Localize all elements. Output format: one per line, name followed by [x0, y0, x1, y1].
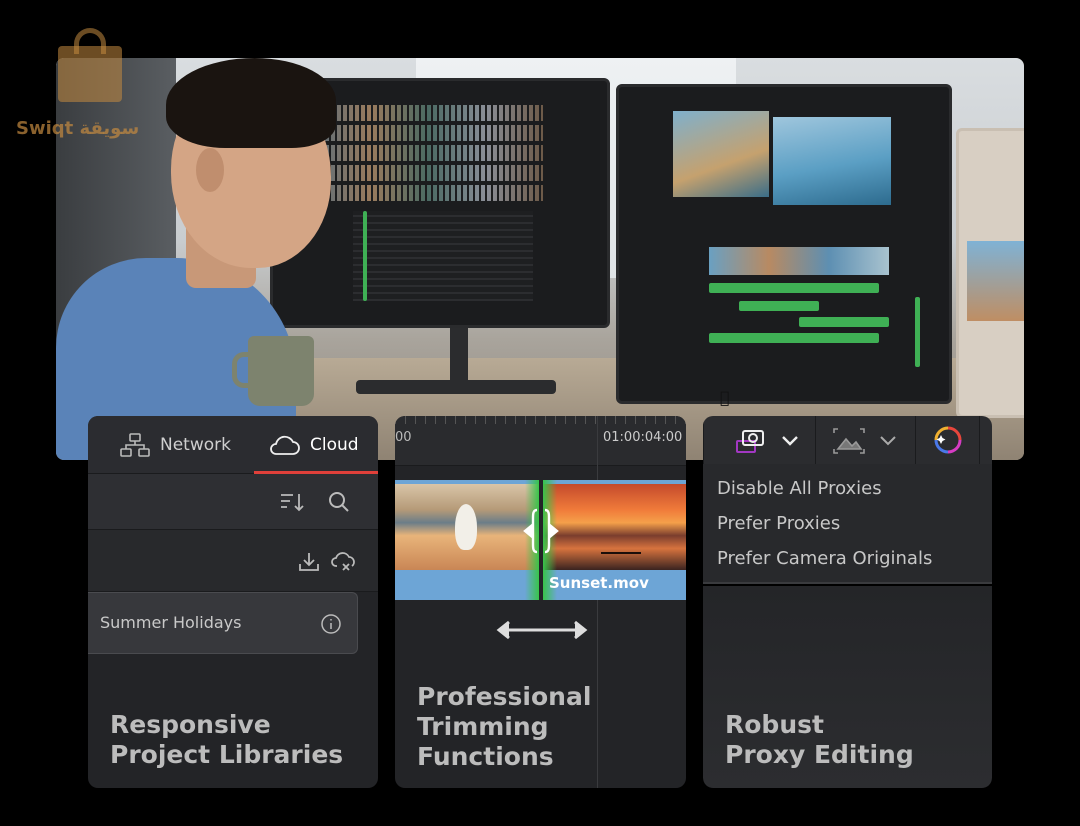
proxy-menu: Disable All Proxies Prefer Proxies Prefe… [703, 464, 992, 584]
panel-title: Responsive Project Libraries [110, 710, 343, 770]
apple-logo-icon:  [720, 388, 730, 407]
panel-title-line-2: Trimming [417, 712, 549, 741]
clip-seagull-thumbnail [395, 484, 539, 570]
far-monitor [956, 128, 1024, 418]
left-monitor-stand [450, 328, 468, 388]
clip-name: Sunset.mov [549, 574, 649, 592]
panel-title-line-1: Professional [417, 682, 592, 711]
proxy-toolbar [703, 416, 992, 464]
image-scaling-dropdown[interactable] [877, 430, 899, 452]
grid-image-icon [833, 428, 865, 454]
video-track [709, 247, 889, 275]
project-libraries-panel: Network Cloud Summer Holidays Responsive… [88, 416, 378, 788]
download-button[interactable] [296, 550, 322, 574]
download-icon [299, 553, 319, 571]
trim-handle-icon [523, 508, 559, 554]
chevron-down-icon [880, 436, 896, 446]
panel-title: Robust Proxy Editing [725, 710, 914, 770]
watermark-text: Swiqt سويقة [16, 118, 140, 139]
tab-cloud[interactable]: Cloud [254, 416, 378, 474]
panel-title-line-1: Robust [725, 710, 824, 739]
seagull-image [455, 504, 477, 550]
source-viewer [673, 111, 769, 197]
left-monitor-base [356, 380, 556, 394]
network-icon [120, 433, 150, 457]
shopping-bag-icon [58, 46, 122, 102]
clip-sunset[interactable]: Sunset.mov [543, 480, 686, 600]
watermark-logo: Swiqt سويقة [16, 28, 176, 148]
info-icon[interactable] [320, 613, 342, 635]
proxy-camera-icon [736, 430, 764, 453]
panel-title-line-3: Functions [417, 742, 554, 771]
toolbar-divider [815, 416, 816, 464]
audio-meter [915, 297, 920, 367]
toolbar-divider [915, 416, 916, 464]
menu-item-prefer-camera-originals[interactable]: Prefer Camera Originals [717, 548, 932, 569]
trimming-panel: 00 01:00:04:00 Sunset.mov Professional T… [395, 416, 686, 788]
library-tabs: Network Cloud [88, 416, 378, 474]
panel-title: Professional Trimming Functions [417, 682, 591, 772]
audio-track-3 [799, 317, 889, 327]
sort-button[interactable] [278, 490, 308, 514]
timecode-end: 01:00:04:00 [603, 430, 683, 445]
timeline-ruler: 00 01:00:04:00 [395, 416, 686, 466]
coffee-mug [232, 336, 314, 406]
tab-network[interactable]: Network [120, 416, 231, 474]
panel-title-line-2: Proxy Editing [725, 740, 914, 769]
tab-cloud-label: Cloud [310, 435, 359, 455]
panel-title-line-2: Project Libraries [110, 740, 344, 769]
far-monitor-screen [967, 241, 1024, 321]
tab-network-label: Network [160, 435, 231, 455]
toolbar-divider [703, 416, 704, 464]
cloud-remove-icon [331, 552, 355, 571]
sort-icon [281, 494, 304, 512]
menu-item-disable-all-proxies[interactable]: Disable All Proxies [717, 478, 882, 499]
toolbar-divider [979, 416, 980, 464]
color-wheel-icon [934, 426, 962, 454]
panel-title-line-1: Responsive [110, 710, 271, 739]
clip-seagull[interactable] [395, 480, 539, 600]
trim-handle[interactable] [521, 506, 561, 556]
image-scaling-button[interactable] [831, 426, 867, 456]
audio-track-2 [739, 301, 819, 311]
audio-track-4 [709, 333, 879, 343]
chevron-down-icon [782, 436, 798, 446]
menu-item-prefer-proxies[interactable]: Prefer Proxies [717, 513, 840, 534]
timecode-start: 00 [395, 430, 412, 445]
color-button[interactable] [931, 424, 965, 456]
ruler-ticks [395, 416, 686, 424]
library-actions-row [88, 530, 378, 592]
cloud-remove-button[interactable] [330, 550, 358, 574]
proxy-mode-dropdown[interactable] [779, 430, 801, 452]
timeline-viewer [773, 117, 891, 205]
search-button[interactable] [326, 490, 352, 514]
right-monitor [616, 84, 952, 404]
surfers-silhouette [601, 534, 641, 554]
library-toolbar [88, 474, 378, 530]
project-item-summer-holidays[interactable]: Summer Holidays [88, 592, 358, 654]
project-name: Summer Holidays [100, 613, 242, 632]
playhead-line [597, 416, 598, 788]
hair [166, 58, 336, 148]
proxy-mode-button[interactable] [733, 426, 767, 456]
clip-sunset-thumbnail [543, 484, 686, 570]
hero-photo: LG  [56, 58, 1024, 460]
double-arrow-icon [496, 620, 588, 640]
audio-track-1 [709, 283, 879, 293]
ear [196, 148, 224, 192]
search-icon [329, 492, 349, 512]
proxy-panel: Disable All Proxies Prefer Proxies Prefe… [703, 416, 992, 788]
cloud-icon [270, 435, 300, 455]
